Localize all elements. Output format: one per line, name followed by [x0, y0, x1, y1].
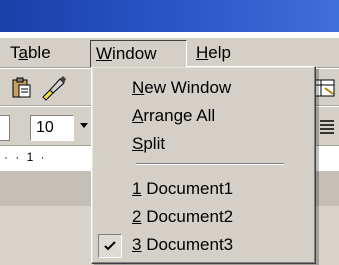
item-accel: S: [132, 134, 144, 153]
menu-window-rest: indow: [112, 44, 157, 63]
menu-item-document3[interactable]: 3 Document3: [92, 231, 315, 259]
window-menu-dropdown: New Window Arrange All Split 1 Document1…: [91, 66, 316, 264]
item-label: ew Window: [144, 78, 232, 97]
item-label: Document1: [141, 179, 234, 198]
menu-help[interactable]: Help: [192, 41, 235, 65]
menu-item-new-window[interactable]: New Window: [92, 74, 315, 102]
menu-bar: Table Window Help: [0, 38, 339, 68]
menu-table-rest: ble: [27, 43, 51, 62]
font-name-box[interactable]: [0, 115, 10, 141]
item-accel: N: [132, 78, 145, 97]
menu-item-document1[interactable]: 1 Document1: [92, 175, 315, 203]
menu-item-split[interactable]: Split: [92, 130, 315, 158]
item-accel: A: [132, 106, 144, 125]
align-icon[interactable]: [318, 119, 336, 135]
menu-window[interactable]: Window: [90, 40, 187, 67]
menu-table-accel: a: [18, 43, 28, 62]
item-label: Document3: [141, 235, 234, 254]
menu-item-arrange-all[interactable]: Arrange All: [92, 102, 315, 130]
menu-window-accel: W: [96, 44, 113, 63]
menu-table[interactable]: Table: [6, 41, 55, 65]
menu-item-document2[interactable]: 2 Document2: [92, 203, 315, 231]
clipboard-icon[interactable]: [10, 77, 32, 99]
menu-help-accel: H: [196, 43, 209, 62]
ruler-text: · · 1 ·: [4, 150, 47, 164]
menu-table-prefix: T: [10, 43, 19, 62]
brush-icon[interactable]: [40, 75, 66, 101]
title-bar: [0, 0, 339, 32]
font-size-input[interactable]: 10: [30, 115, 74, 141]
item-label: rrange All: [143, 106, 216, 125]
table-icon[interactable]: [313, 78, 337, 98]
menu-help-rest: elp: [208, 43, 231, 62]
dropdown-arrow-icon[interactable]: [80, 123, 88, 128]
item-label: Document2: [141, 207, 234, 226]
menu-separator: [136, 163, 284, 165]
item-label: plit: [143, 134, 166, 153]
